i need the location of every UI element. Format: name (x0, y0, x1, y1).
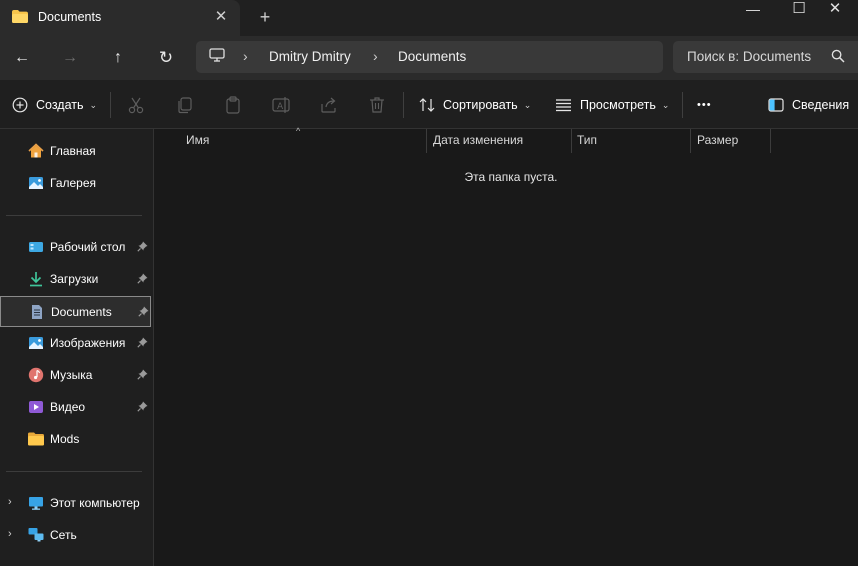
sidebar-item-label: Рабочий стол (50, 240, 126, 254)
details-button-label: Сведения (792, 98, 850, 112)
monitor-icon (209, 48, 225, 62)
home-icon (28, 143, 44, 158)
up-button[interactable]: ↑ (104, 44, 132, 72)
back-button[interactable]: ← (8, 44, 36, 72)
pin-icon[interactable] (137, 337, 148, 348)
downloads-icon (30, 272, 42, 287)
minimize-button[interactable]: — (730, 0, 776, 24)
sidebar-item-label: Видео (50, 400, 86, 414)
search-icon[interactable] (831, 49, 845, 63)
cut-icon[interactable] (126, 95, 146, 115)
column-separator[interactable] (690, 129, 691, 153)
more-options-icon[interactable]: ••• (697, 92, 712, 118)
divider (110, 92, 111, 118)
paste-icon[interactable] (223, 95, 243, 115)
breadcrumb-chevron-icon[interactable]: › (373, 48, 378, 64)
plus-circle-icon (12, 97, 28, 113)
sort-icon (419, 98, 435, 112)
tab-documents[interactable] (0, 0, 240, 36)
details-pane-icon (768, 98, 784, 112)
column-header-size[interactable]: Размер (697, 133, 738, 155)
tab-title: Documents (38, 10, 102, 24)
desktop-folder-icon (29, 242, 43, 252)
divider (682, 92, 683, 118)
view-button[interactable]: Просмотреть ⌄ (555, 92, 669, 118)
empty-folder-message: Эта папка пуста. (464, 170, 558, 184)
sort-ascending-icon: ^ (296, 126, 301, 136)
column-separator[interactable] (426, 129, 427, 153)
column-separator[interactable] (571, 129, 572, 153)
video-icon (29, 401, 43, 413)
column-header-name[interactable]: Имя (186, 133, 209, 155)
breadcrumb-item-user[interactable]: Dmitry Dmitry (269, 49, 351, 64)
breadcrumb-chevron-icon[interactable]: › (243, 48, 248, 64)
column-header-type[interactable]: Тип (577, 133, 597, 155)
sidebar-item-label: Documents (51, 305, 112, 319)
sidebar-divider (6, 215, 142, 216)
chevron-right-icon[interactable]: › (8, 528, 12, 540)
tab-close-button[interactable]: ✕ (210, 6, 232, 28)
sidebar-item-pictures[interactable]: Изображения (0, 328, 153, 358)
column-separator[interactable] (770, 129, 771, 153)
rename-icon[interactable]: A (271, 95, 291, 115)
sidebar-item-label: Загрузки (50, 272, 99, 286)
breadcrumb-item-documents[interactable]: Documents (398, 49, 466, 64)
sidebar-item-home[interactable]: Главная (0, 136, 153, 166)
this-pc-icon (29, 497, 43, 510)
forward-button[interactable]: → (56, 44, 84, 72)
sidebar-item-this-pc[interactable]: › Этот компьютер (0, 488, 153, 518)
copy-icon[interactable] (175, 95, 195, 115)
sidebar-item-label: Музыка (50, 368, 93, 382)
sidebar-item-label: Mods (50, 432, 80, 446)
sidebar-item-network[interactable]: › Сеть (0, 520, 153, 550)
pin-icon[interactable] (137, 369, 148, 380)
view-button-label: Просмотреть (580, 98, 656, 112)
new-button[interactable]: Создать ⌄ (12, 92, 97, 118)
view-list-icon (556, 99, 571, 112)
chevron-down-icon: ⌄ (661, 99, 670, 110)
sidebar-item-gallery[interactable]: Галерея (0, 168, 153, 198)
sort-button[interactable]: Сортировать ⌄ (419, 92, 531, 118)
pin-icon[interactable] (137, 241, 148, 252)
chevron-down-icon: ⌄ (523, 99, 532, 110)
sidebar-item-desktop[interactable]: Рабочий стол (0, 232, 153, 262)
refresh-button[interactable]: ↻ (152, 44, 180, 72)
gallery-icon (29, 177, 43, 189)
pin-icon[interactable] (137, 401, 148, 412)
sidebar-item-mods[interactable]: Mods (0, 424, 153, 454)
divider (403, 92, 404, 118)
documents-icon (32, 305, 42, 319)
sidebar-item-label: Этот компьютер (50, 496, 140, 510)
pictures-icon (29, 337, 43, 349)
sidebar-item-label: Изображения (50, 336, 126, 350)
close-button[interactable]: ✕ (812, 0, 858, 24)
sidebar-item-label: Галерея (50, 176, 97, 190)
network-icon (28, 528, 44, 542)
sidebar-item-music[interactable]: Музыка (0, 360, 153, 390)
column-header-date[interactable]: Дата изменения (433, 133, 523, 155)
sidebar-item-label: Главная (50, 144, 96, 158)
new-button-label: Создать (36, 98, 84, 112)
share-icon[interactable] (319, 95, 339, 115)
delete-icon[interactable] (367, 95, 387, 115)
chevron-down-icon: ⌄ (89, 99, 98, 110)
new-tab-button[interactable]: + (254, 6, 276, 28)
search-placeholder: Поиск в: Documents (687, 49, 812, 64)
folder-icon (28, 432, 44, 446)
details-button[interactable]: Сведения (768, 92, 849, 118)
sidebar-divider (6, 471, 142, 472)
music-icon (28, 367, 44, 383)
sidebar-item-video[interactable]: Видео (0, 392, 153, 422)
pin-icon[interactable] (138, 306, 149, 317)
folder-icon (12, 10, 28, 23)
sort-button-label: Сортировать (443, 98, 518, 112)
svg-text:A: A (277, 102, 284, 112)
sidebar-item-downloads[interactable]: Загрузки (0, 264, 153, 294)
pin-icon[interactable] (137, 273, 148, 284)
sidebar-item-label: Сеть (50, 528, 77, 542)
chevron-right-icon[interactable]: › (8, 496, 12, 508)
sidebar-item-documents[interactable]: Documents (0, 296, 151, 327)
